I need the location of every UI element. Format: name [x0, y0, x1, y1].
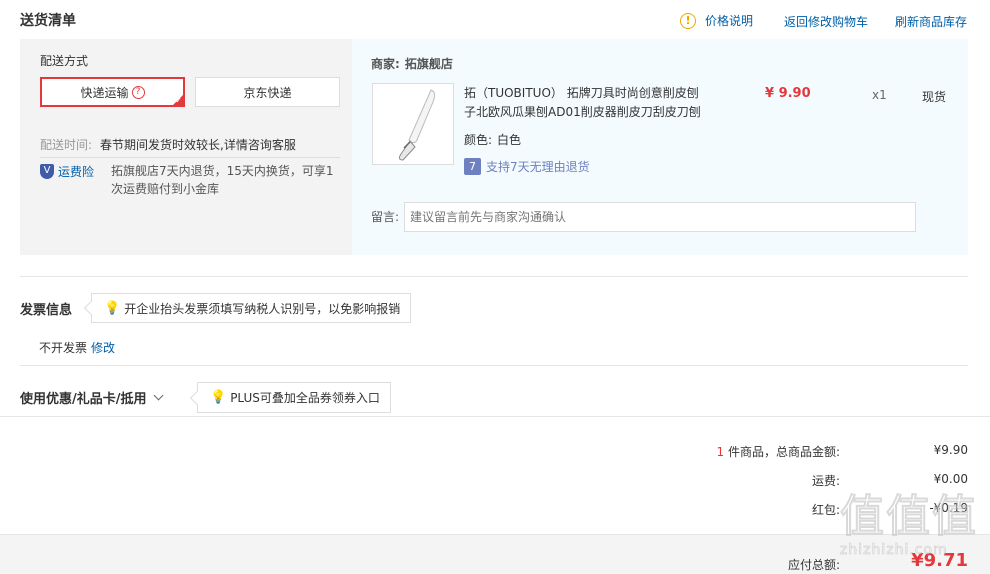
shipping-option-express-label: 快递运输 [80, 85, 129, 100]
merchant-label: 商家: [371, 57, 400, 71]
invoice-tip-text: 开企业抬头发票须填写纳税人识别号，以免影响报销 [124, 301, 401, 316]
merchant: 商家: 拓旗舰店 [371, 55, 453, 72]
delivery-time-value: 春节期间发货时效较长,详情咨询客服 [100, 138, 296, 152]
check-icon: ✓ [175, 96, 182, 105]
payable-label: 应付总额: [787, 558, 840, 572]
return-badge-icon: 7 [464, 158, 481, 175]
delivery-time-label: 配送时间: [40, 138, 93, 152]
chevron-down-icon [153, 390, 163, 401]
payable-bar [0, 534, 990, 574]
product-name[interactable]: 拓（TUOBITUO） 拓牌刀具时尚创意削皮刨子北欧风瓜果刨AD01削皮器削皮刀… [464, 84, 704, 122]
shipping-option-jd-label: 京东快递 [243, 85, 292, 100]
section-divider [20, 365, 968, 366]
coupon-tip-text: PLUS可叠加全品券领券入口 [230, 391, 380, 405]
invoice-status-text: 不开发票 [39, 341, 88, 355]
invoice-status: 不开发票 修改 [39, 339, 115, 356]
info-icon: ! [680, 12, 696, 29]
shipping-option-express[interactable]: 快递运输 ? ✓ [40, 77, 185, 107]
invoice-title: 发票信息 [20, 303, 73, 318]
product-color-label: 颜色: [464, 133, 493, 147]
section-divider [20, 276, 968, 277]
section-divider [0, 416, 990, 417]
note-input[interactable] [404, 202, 916, 232]
shipping-divider [40, 157, 340, 158]
redpacket-value: -¥0.19 [929, 501, 968, 515]
peeler-icon [398, 89, 436, 161]
shield-icon: V [40, 164, 54, 179]
product-color-value: 白色 [497, 133, 522, 147]
goods-count-number: 1 [716, 445, 725, 459]
insurance-label[interactable]: 运费险 [58, 163, 94, 180]
back-to-cart-link[interactable]: 返回修改购物车 [784, 13, 868, 30]
merchant-name[interactable]: 拓旗舰店 [405, 55, 453, 72]
shipping-fee-value: ¥0.00 [933, 472, 968, 486]
shipping-option-jd[interactable]: 京东快递 [195, 77, 340, 107]
return-policy-text: 支持7天无理由退货 [486, 160, 590, 174]
bulb-icon: 💡 [104, 300, 121, 316]
price-note-label[interactable]: 价格说明 [705, 12, 753, 29]
invoice-edit-link[interactable]: 修改 [91, 339, 115, 356]
redpacket-label: 红包: [811, 503, 840, 517]
product-stock: 现货 [922, 90, 947, 104]
goods-count-label: 件商品，总商品金额: [727, 445, 840, 459]
coupon-toggle[interactable]: 使用优惠/礼品卡/抵用 [20, 388, 163, 407]
bulb-icon: 💡 [210, 390, 227, 405]
delivery-time: 配送时间: 春节期间发货时效较长,详情咨询客服 [40, 136, 296, 153]
coupon-title: 使用优惠/礼品卡/抵用 [20, 392, 147, 407]
shipping-method-label: 配送方式 [40, 54, 89, 68]
insurance-text: 拓旗舰店7天内退货，15天内换货，可享1次运费赔付到小金库 [111, 164, 334, 196]
note-label: 留言: [371, 210, 400, 224]
coupon-tip[interactable]: 💡 PLUS可叠加全品券领券入口 [197, 382, 391, 413]
product-image[interactable] [372, 83, 454, 165]
help-icon[interactable]: ? [131, 85, 145, 99]
goods-count: 1 件商品，总商品金额: [716, 443, 840, 460]
product-price: ¥ 9.90 [765, 86, 811, 101]
shipping-fee-label: 运费: [811, 474, 840, 488]
goods-total: ¥9.90 [933, 443, 968, 457]
return-policy[interactable]: 7 支持7天无理由退货 [464, 158, 590, 175]
product-quantity: x1 [872, 88, 887, 102]
page-title: 送货清单 [20, 13, 76, 29]
refresh-stock-link[interactable]: 刷新商品库存 [895, 13, 967, 30]
invoice-tip: 💡 开企业抬头发票须填写纳税人识别号，以免影响报销 [91, 293, 412, 323]
price-note-link[interactable]: ! 价格说明 [680, 12, 753, 29]
insurance-link[interactable]: V 运费险 [40, 163, 94, 180]
payable-value: ¥9.71 [911, 550, 968, 571]
product-color: 颜色: 白色 [464, 131, 521, 148]
